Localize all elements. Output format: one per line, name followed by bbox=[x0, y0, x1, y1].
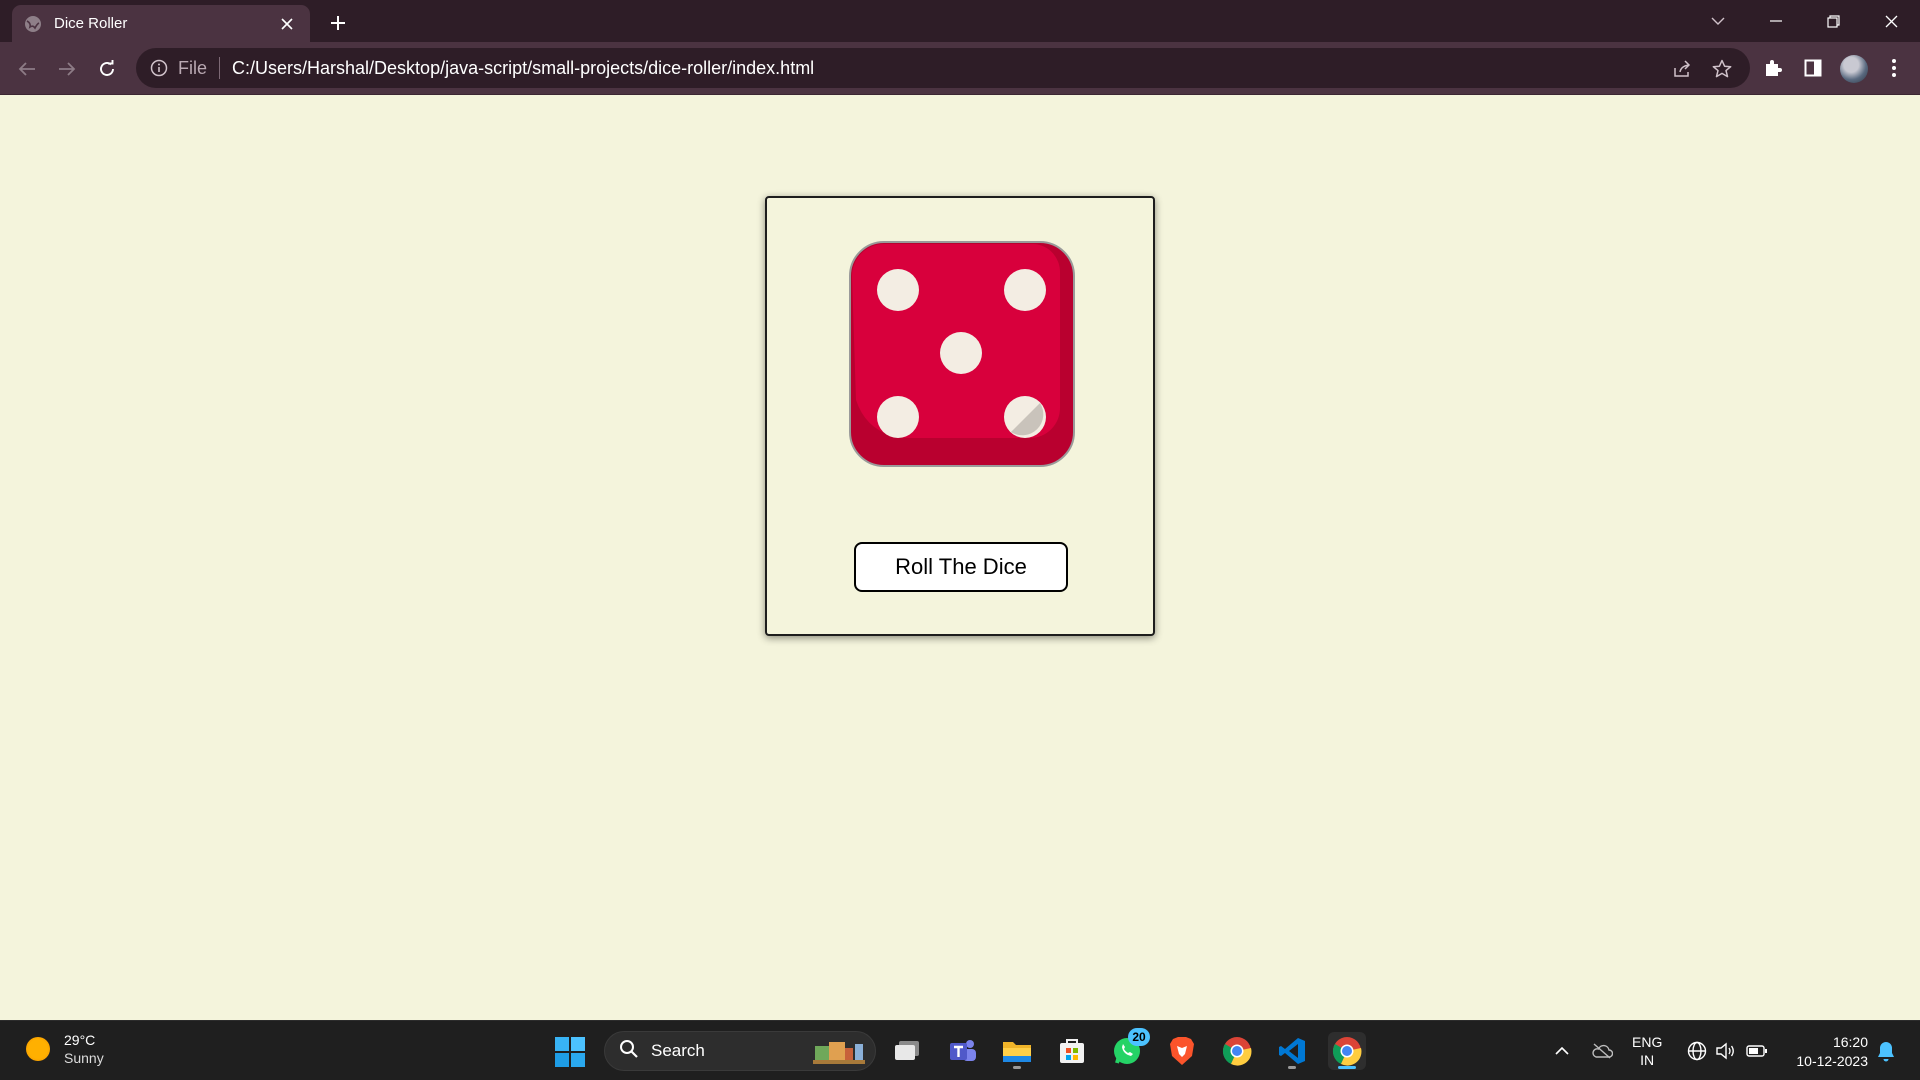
language-code: ENG bbox=[1632, 1034, 1663, 1050]
url-text[interactable]: C:/Users/Harshal/Desktop/java-script/sma… bbox=[232, 58, 814, 79]
globe-icon bbox=[24, 15, 42, 33]
omnibox-divider bbox=[219, 57, 221, 79]
whatsapp-icon[interactable]: 20 bbox=[1108, 1028, 1150, 1070]
weather-temperature: 29°C bbox=[64, 1032, 96, 1048]
forward-arrow-icon[interactable] bbox=[52, 54, 82, 84]
file-explorer-icon[interactable] bbox=[998, 1032, 1036, 1070]
extensions-puzzle-icon[interactable] bbox=[1759, 54, 1787, 82]
search-highlight-illustration-icon bbox=[811, 1038, 867, 1066]
kebab-menu-icon[interactable] bbox=[1880, 54, 1908, 82]
dice-card: Roll The Dice bbox=[765, 196, 1155, 636]
scheme-label: File bbox=[178, 57, 208, 78]
bookmark-star-icon[interactable] bbox=[1711, 58, 1733, 80]
weather-widget[interactable]: 29°C Sunny bbox=[26, 1031, 104, 1067]
search-label: Search bbox=[651, 1041, 705, 1060]
network-globe-icon[interactable] bbox=[1686, 1040, 1708, 1062]
search-icon bbox=[619, 1039, 639, 1064]
back-arrow-icon[interactable] bbox=[12, 54, 42, 84]
teams-icon[interactable] bbox=[944, 1032, 982, 1070]
tab-dice-roller[interactable]: Dice Roller bbox=[12, 5, 310, 42]
windows-taskbar: 29°C Sunny Search 20 ENG IN 16:20 10-12-… bbox=[0, 1020, 1920, 1080]
chevron-up-icon[interactable] bbox=[1551, 1040, 1573, 1062]
chrome-icon[interactable] bbox=[1218, 1032, 1256, 1070]
system-clock[interactable]: 16:20 10-12-2023 bbox=[1784, 1033, 1868, 1071]
clock-date: 10-12-2023 bbox=[1796, 1053, 1868, 1069]
notification-bell-icon[interactable] bbox=[1876, 1040, 1896, 1062]
side-panel-icon[interactable] bbox=[1799, 54, 1827, 82]
browser-tab-strip: Dice Roller bbox=[0, 0, 1920, 42]
taskbar-search[interactable]: Search bbox=[604, 1031, 876, 1071]
running-indicator bbox=[1288, 1066, 1296, 1069]
task-view-icon[interactable] bbox=[888, 1032, 926, 1070]
microsoft-store-icon[interactable] bbox=[1053, 1032, 1091, 1070]
running-indicator bbox=[1013, 1066, 1021, 1069]
share-icon[interactable] bbox=[1671, 58, 1693, 80]
minimize-window-icon[interactable] bbox=[1761, 6, 1791, 36]
info-icon[interactable] bbox=[150, 59, 168, 77]
vscode-icon[interactable] bbox=[1273, 1032, 1311, 1070]
weather-condition: Sunny bbox=[64, 1050, 104, 1066]
tab-title: Dice Roller bbox=[54, 15, 128, 32]
close-window-icon[interactable] bbox=[1876, 6, 1906, 36]
chrome-active-icon[interactable] bbox=[1328, 1032, 1366, 1070]
tab-search-chevron-icon[interactable] bbox=[1703, 6, 1733, 36]
browser-toolbar: File C:/Users/Harshal/Desktop/java-scrip… bbox=[0, 42, 1920, 95]
volume-icon[interactable] bbox=[1714, 1040, 1736, 1062]
active-indicator bbox=[1338, 1066, 1356, 1069]
address-bar[interactable]: File C:/Users/Harshal/Desktop/java-scrip… bbox=[136, 48, 1750, 88]
dice-face-five bbox=[848, 240, 1076, 468]
region-code: IN bbox=[1640, 1052, 1655, 1068]
windows-start-icon[interactable] bbox=[555, 1037, 585, 1067]
new-tab-button[interactable] bbox=[324, 9, 352, 37]
clock-time: 16:20 bbox=[1832, 1034, 1868, 1050]
close-tab-icon[interactable] bbox=[276, 13, 298, 35]
onedrive-offline-icon[interactable] bbox=[1591, 1040, 1613, 1062]
whatsapp-notification-badge: 20 bbox=[1128, 1028, 1150, 1046]
battery-icon[interactable] bbox=[1746, 1040, 1768, 1062]
brave-browser-icon[interactable] bbox=[1163, 1032, 1201, 1070]
restore-window-icon[interactable] bbox=[1818, 6, 1848, 36]
reload-icon[interactable] bbox=[92, 54, 122, 84]
sun-icon bbox=[26, 1037, 50, 1061]
input-language-indicator[interactable]: ENG IN bbox=[1632, 1033, 1662, 1069]
profile-avatar[interactable] bbox=[1840, 55, 1868, 83]
roll-dice-button[interactable]: Roll The Dice bbox=[854, 542, 1068, 592]
